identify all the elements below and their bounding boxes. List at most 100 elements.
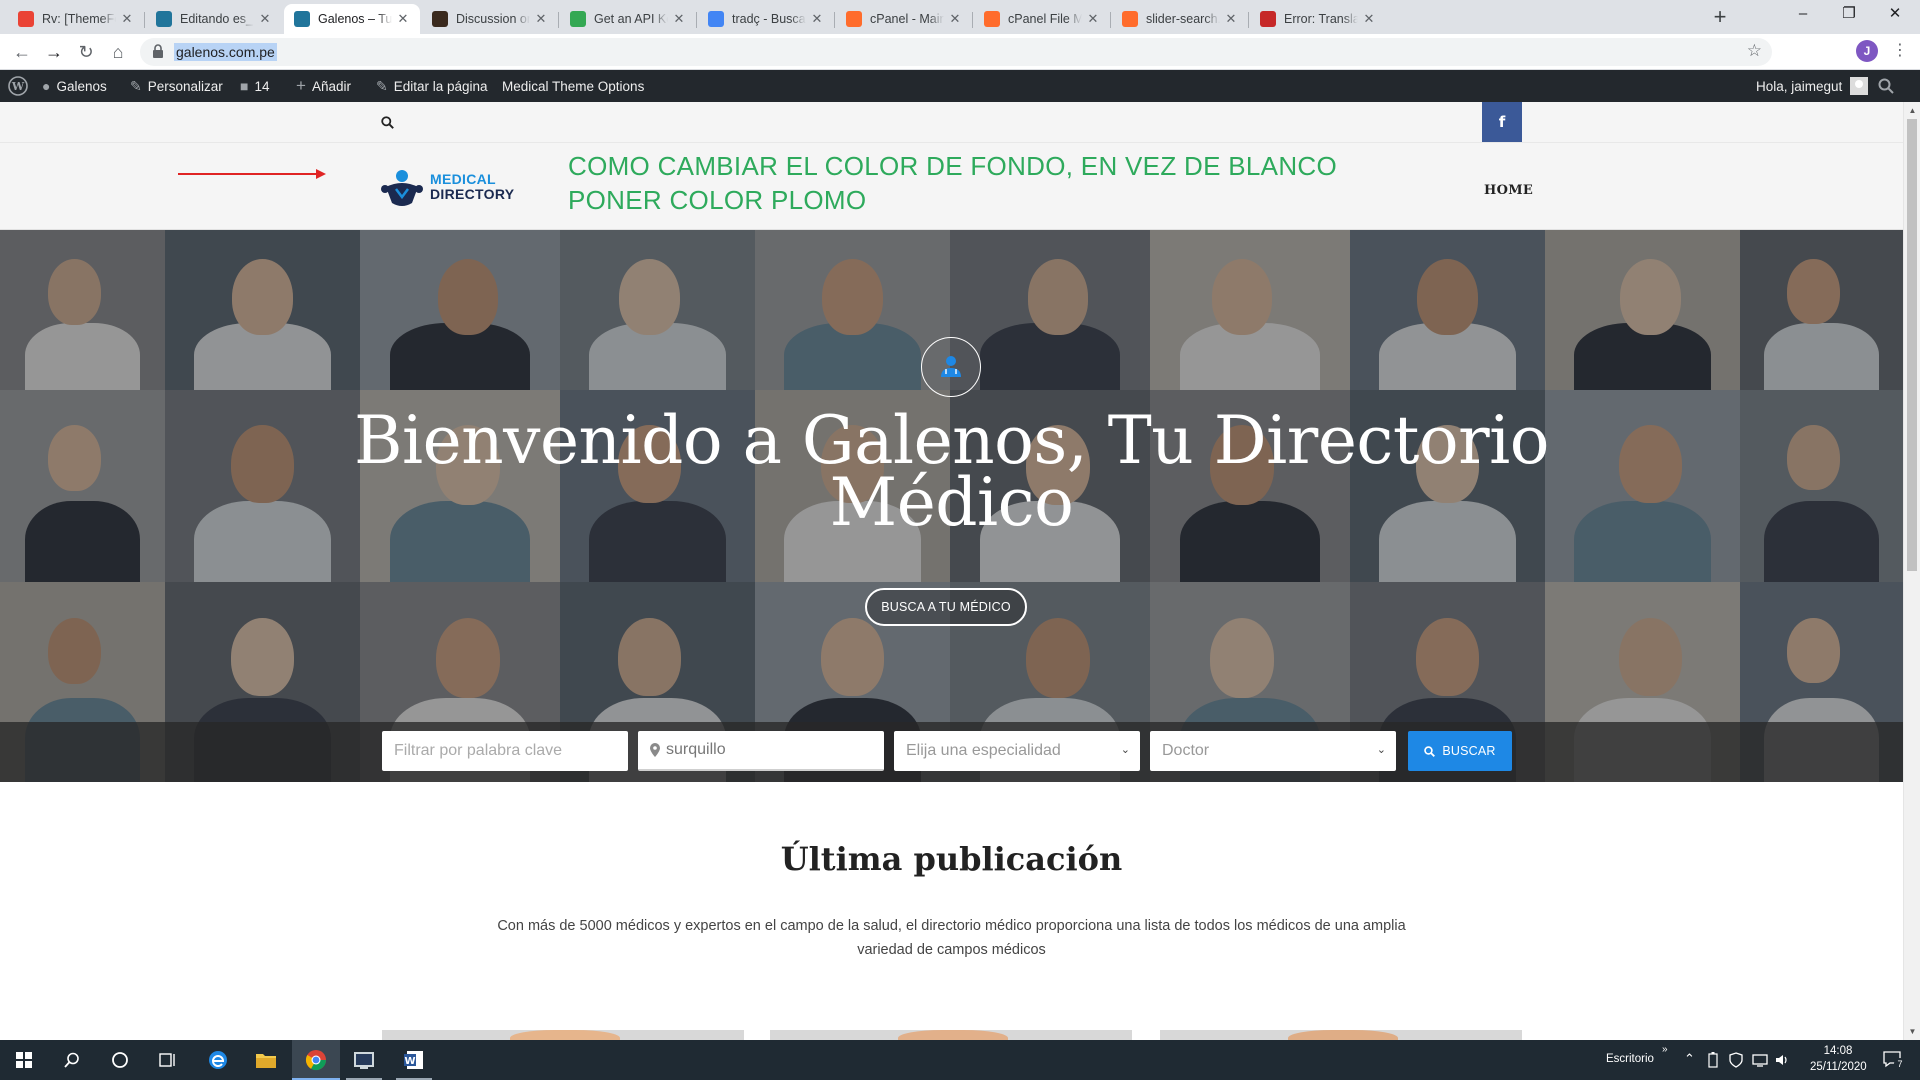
tab-title: cPanel - Main [870,12,944,26]
maximize-button[interactable]: ❐ [1826,0,1872,30]
home-icon[interactable]: ⌂ [106,40,130,64]
search-button[interactable]: BUSCAR [1408,731,1512,771]
browser-tab[interactable]: Discussion on Medical Directory ✕ [422,4,558,34]
admin-bar-account[interactable]: Hola, jaimegut [1756,70,1869,102]
chevron-down-icon: ⌄ [1120,744,1130,756]
site-logo[interactable]: MEDICAL DIRECTORY [380,167,520,209]
close-tab-icon[interactable]: ✕ [1224,11,1238,27]
edge-browser-icon[interactable] [194,1040,242,1080]
browser-tab[interactable]: cPanel - Main ✕ [836,4,972,34]
specialty-select[interactable]: Elija una especialidad ⌄ [894,731,1140,771]
scrollbar-thumb[interactable] [1907,119,1917,571]
toolbar-expand-icon[interactable]: » [1662,1044,1668,1055]
cpanel-icon [984,11,1000,27]
security-shield-icon[interactable] [1728,1052,1744,1068]
tab-title: slider-search.php - cPanel [1146,12,1220,26]
keyword-input[interactable]: Filtrar por palabra clave [382,731,628,771]
doctor-card[interactable] [382,1030,744,1040]
facebook-icon[interactable]: f [1482,102,1522,142]
network-icon[interactable] [1752,1052,1768,1068]
admin-search-icon[interactable] [1878,70,1894,102]
svg-text:W: W [404,1056,415,1067]
browser-menu-icon[interactable]: ⋮ [1892,40,1908,62]
website-viewport: f MEDICAL DIRECTORY COMO CAMBIAR EL COLO… [0,102,1903,1040]
scroll-down-icon[interactable]: ▼ [1904,1023,1920,1040]
clock-time[interactable]: 14:08 [1818,1045,1858,1057]
browser-tab[interactable]: Galenos – Tu directorio médico ✕ [284,4,420,34]
cortana-icon[interactable] [96,1040,144,1080]
admin-bar-add-new[interactable]: + Añadir [296,70,351,102]
tab-separator [144,12,145,28]
map-pin-icon [650,743,660,757]
wordpress-icon [156,11,172,27]
page-scrollbar[interactable]: ▲ ▼ [1903,102,1920,1040]
desktop-toolbar-label[interactable]: Escritorio [1606,1053,1654,1065]
close-tab-icon[interactable]: ✕ [1362,11,1376,27]
browser-tab[interactable]: slider-search.php - cPanel ✕ [1112,4,1248,34]
close-tab-icon[interactable]: ✕ [672,11,686,27]
admin-bar-customize[interactable]: ✎ Personalizar [130,70,223,102]
admin-bar-edit-page[interactable]: ✎ Editar la página [376,70,488,102]
minimize-button[interactable]: – [1780,0,1826,30]
hero-title: Bienvenido a Galenos, Tu Directorio Médi… [354,402,1550,541]
address-bar[interactable]: galenos.com.pe ☆ [140,38,1772,66]
browser-tab[interactable]: Rv: [ThemeForest] Pregunta sobre Medical… [8,4,144,34]
tab-separator [558,12,559,28]
wordpress-icon [294,11,310,27]
reload-icon[interactable]: ↻ [74,40,98,64]
doctor-card[interactable] [770,1030,1132,1040]
close-tab-icon[interactable]: ✕ [810,11,824,27]
code-icon [570,11,586,27]
url-text[interactable]: galenos.com.pe [174,43,277,61]
admin-bar-theme-options[interactable]: Medical Theme Options [502,70,644,102]
search-icon[interactable] [381,116,394,129]
close-tab-icon[interactable]: ✕ [534,11,548,27]
close-tab-icon[interactable]: ✕ [120,11,134,27]
volume-icon[interactable] [1774,1052,1790,1068]
site-top-bar: f [0,102,1903,142]
close-tab-icon[interactable]: ✕ [1086,11,1100,27]
location-input[interactable]: surquillo [638,731,884,771]
show-hidden-icons-icon[interactable]: ⌃ [1684,1051,1695,1067]
tab-title: cPanel File Manager v3 [1008,12,1082,26]
admin-bar-site-name[interactable]: ● Galenos [42,70,107,102]
nav-home-link[interactable]: HOME [1484,183,1533,198]
comment-icon: ■ [240,78,249,94]
close-tab-icon[interactable]: ✕ [948,11,962,27]
svg-text:W: W [11,80,25,93]
red-arrow [178,173,318,175]
browser-tab[interactable]: cPanel File Manager v3 ✕ [974,4,1110,34]
browser-tab[interactable]: tradç - Buscar con Google ✕ [698,4,834,34]
close-tab-icon[interactable]: ✕ [258,11,272,27]
section-title: Última publicación [780,840,1123,878]
scroll-up-icon[interactable]: ▲ [1904,102,1920,119]
admin-bar-comments[interactable]: ■ 14 [240,70,270,102]
app-taskbar-icon[interactable] [340,1040,388,1080]
clock-date[interactable]: 25/11/2020 [1810,1061,1867,1073]
taskbar-search-icon[interactable] [48,1040,96,1080]
task-view-icon[interactable] [144,1040,192,1080]
browser-tab[interactable]: Get an API Key | Maps JavaScript API ✕ [560,4,696,34]
brush-icon: ✎ [130,77,142,94]
new-tab-button[interactable]: + [1708,6,1732,30]
cpanel-icon [846,11,862,27]
back-icon[interactable]: ← [10,40,34,64]
notifications-icon[interactable]: 7 [1880,1048,1906,1072]
browser-tab[interactable]: Editando es_ES.po de Medical Directory ✕ [146,4,282,34]
windows-start-icon[interactable] [0,1040,48,1080]
doctor-select[interactable]: Doctor ⌄ [1150,731,1396,771]
word-icon[interactable]: W [390,1040,438,1080]
find-doctor-button[interactable]: BUSCA A TU MÉDICO [865,588,1027,626]
bookmark-star-icon[interactable]: ☆ [1747,41,1762,61]
wordpress-logo-icon[interactable]: W [8,70,28,102]
tab-separator [696,12,697,28]
profile-avatar[interactable]: J [1856,40,1878,62]
chrome-taskbar-icon[interactable] [292,1040,340,1080]
doctor-card[interactable] [1160,1030,1522,1040]
browser-tab[interactable]: Error: Translation service ✕ [1250,4,1386,34]
close-tab-icon[interactable]: ✕ [396,11,410,27]
forward-icon[interactable]: → [42,40,66,64]
file-explorer-icon[interactable] [242,1040,290,1080]
close-window-button[interactable]: ✕ [1872,0,1918,30]
battery-icon[interactable] [1708,1052,1718,1068]
